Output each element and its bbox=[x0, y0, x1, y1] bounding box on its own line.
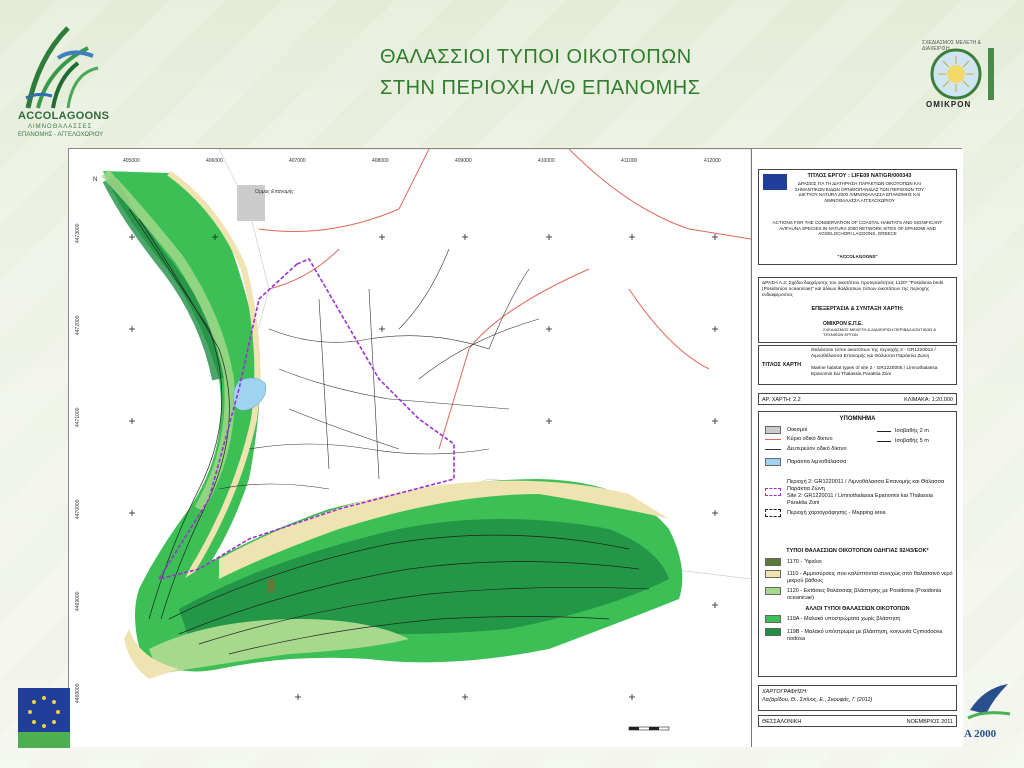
isobath-2-swatch bbox=[877, 431, 891, 432]
slide-title: ΘΑΛΑΣΣΙΟΙ ΤΥΠΟΙ ΟΙΚΟΤΟΠΩΝ ΣΤΗΝ ΠΕΡΙΟΧΗ Λ… bbox=[380, 42, 940, 104]
habitat-119a-swatch bbox=[765, 615, 781, 623]
coord-left-3: 4471000 bbox=[75, 407, 81, 427]
legend-box: ΥΠΟΜΝΗΜΑ Οικισμοί Κύριο οδικό δίκτυο Δευ… bbox=[758, 411, 957, 677]
map-number: ΑΡ. ΧΑΡΤΗ: 2.2 bbox=[762, 397, 801, 403]
project-title: ΤΙΤΛΟΣ ΕΡΓΟΥ : LIFE09 NAT/GR/000343 bbox=[807, 173, 912, 179]
map-scale: ΚΛΙΜΑΚΑ: 1:20.000 bbox=[904, 397, 953, 403]
cartography-box: ΧΑΡΤΟΓΡΑΦΗΣΗ: Λαζαρίδου, Θ., Σπίνος, Ε.,… bbox=[758, 685, 957, 711]
habitat-119b-label: 119B - Μαλακό υπόστρωμα με βλάστηση, κοι… bbox=[787, 629, 943, 642]
habitat-1120-swatch bbox=[765, 587, 781, 595]
coord-left-4: 4470000 bbox=[75, 499, 81, 519]
habitat-1170 bbox=[267, 579, 275, 593]
legend-area2-en: Site 2: GR1220011 / Limnothalassa Epanom… bbox=[787, 493, 933, 506]
scale-bar bbox=[628, 726, 670, 731]
habitat-1170-swatch bbox=[765, 558, 781, 566]
legend-area2-gr: Περιοχή 2: GR1220011 / Λιμνοθάλασσα Επαν… bbox=[787, 479, 945, 492]
coord-top-2: 406000 bbox=[206, 158, 223, 164]
coord-top-7: 411000 bbox=[621, 158, 638, 164]
coord-left-6: 4468000 bbox=[75, 683, 81, 703]
omikron-name: ΟΜΙΚΡΟΝ bbox=[926, 100, 972, 109]
legend-title: ΥΠΟΜΝΗΜΑ bbox=[839, 416, 876, 422]
secondary-road-swatch bbox=[765, 449, 781, 450]
mapping-area-swatch bbox=[765, 509, 781, 517]
cartography-title: ΧΑΡΤΟΓΡΑΦΗΣΗ: bbox=[762, 689, 808, 695]
footer-box: ΘΕΣΣΑΛΟΝΙΚΗ ΝΟΕΜΒΡΙΟΣ 2011 bbox=[758, 715, 957, 727]
footer-date: ΝΟΕΜΒΡΙΟΣ 2011 bbox=[906, 719, 953, 725]
omikron-logo: ΣΧΕΔΙΑΣΜΟΣ ΜΕΛΕΤΗ & ΔΙΑΧΕΙΡΙΣΗ ΟΜΙΚΡΟΝ bbox=[918, 40, 1000, 122]
natura-label: A 2000 bbox=[964, 728, 997, 740]
isobath-5-swatch bbox=[877, 441, 891, 442]
eu-stars-icon bbox=[18, 696, 70, 748]
coord-top-3: 407000 bbox=[289, 158, 306, 164]
accolagoons-logo: ACCOLAGOONS ΛΙΜΝΟΘΑΛΑΣΣΕΣ ΕΠΑΝΟΜΗΣ - ΑΓΓ… bbox=[18, 18, 109, 143]
legend-panel: ΤΙΤΛΟΣ ΕΡΓΟΥ : LIFE09 NAT/GR/000343 ΔΡΑΣ… bbox=[751, 149, 963, 747]
habitat-map: N bbox=[69, 148, 752, 747]
action-gr: ΔΡΑΣΗ Α.2: Σχέδιο διαχείρισης του οικοτό… bbox=[762, 281, 944, 298]
lagoon-swatch bbox=[765, 458, 781, 466]
coord-top-1: 405000 bbox=[123, 158, 140, 164]
legend-isobath-5: Ισοβαθής 5 m bbox=[895, 438, 929, 444]
map-frame: N 405000 406000 407000 408000 409000 410… bbox=[68, 148, 963, 747]
project-short: "ACCOLAGOONS" bbox=[837, 254, 878, 259]
coord-top-4: 408000 bbox=[372, 158, 389, 164]
settlement-swatch bbox=[765, 426, 781, 434]
other-habitat-title: ΑΛΛΟΙ ΤΥΠΟΙ ΘΑΛΑΣΣΙΩΝ ΟΙΚΟΤΟΠΩΝ bbox=[805, 606, 910, 612]
map-title-gr: Θαλάσσιοι τύποι οικοτόπων της περιοχής 2… bbox=[811, 348, 936, 359]
coord-top-6: 410000 bbox=[538, 158, 555, 164]
coord-left-5: 4469000 bbox=[75, 591, 81, 611]
globe-sun-icon bbox=[930, 48, 994, 100]
coord-left-2: 4472000 bbox=[75, 315, 81, 335]
processing-title: ΕΠΕΞΕΡΓΑΣΙΑ & ΣΥΝΤΑΞΗ ΧΑΡΤΗ: bbox=[811, 306, 904, 312]
brand-subtitle-2: ΕΠΑΝΟΜΗΣ - ΑΓΓΕΛΟΧΩΡΙΟΥ bbox=[18, 132, 104, 138]
map-title-label: ΤΙΤΛΟΣ ΧΑΡΤΗ bbox=[762, 362, 802, 368]
coord-top-5: 409000 bbox=[455, 158, 472, 164]
legend-lagoon: Παράκτια λιμνοθάλασσα bbox=[787, 459, 847, 465]
reed-logo-icon bbox=[25, 26, 99, 109]
habitat-1110-swatch bbox=[765, 570, 781, 578]
project-box: ΤΙΤΛΟΣ ΕΡΓΟΥ : LIFE09 NAT/GR/000343 ΔΡΑΣ… bbox=[758, 169, 957, 265]
natura-bird-icon bbox=[967, 684, 1011, 720]
footer-city: ΘΕΣΣΑΛΟΝΙΚΗ bbox=[762, 719, 802, 725]
legend-secondary-road: Δευτερεύον οδικό δίκτυο bbox=[787, 446, 847, 452]
habitat-1170-label: 1170 - Ύφαλοι bbox=[787, 559, 822, 565]
north-arrow-icon: N bbox=[93, 177, 97, 183]
natura-2000-logo: A 2000 bbox=[964, 680, 1014, 748]
legend-main-road: Κύριο οδικό δίκτυο bbox=[787, 436, 833, 442]
brand-name: ACCOLAGOONS bbox=[18, 110, 110, 122]
habitat-1110-label: 1110 - Αμμοσύρσεις που καλύπτονται συνεχ… bbox=[787, 571, 953, 584]
eu-life-logo bbox=[18, 688, 70, 748]
project-desc-gr: ΔΡΑΣΕΙΣ ΓΙΑ ΤΗ ΔΙΑΤΗΡΗΣΗ ΠΑΡΑΚΤΙΩΝ ΟΙΚΟΤ… bbox=[794, 181, 925, 203]
coord-top-8: 412000 bbox=[704, 158, 721, 164]
habitat-119a-label: 119A - Μαλακό υποστρώματα χωρίς βλάστηση bbox=[787, 616, 901, 622]
habitat-1120-label: 1120 - Εκτάσεις θαλάσσιας βλάστησης με P… bbox=[787, 588, 942, 601]
site-boundary-swatch bbox=[765, 488, 781, 496]
eu-flag-icon bbox=[763, 174, 787, 190]
processing-box: ΕΠΕΞΕΡΓΑΣΙΑ & ΣΥΝΤΑΞΗ ΧΑΡΤΗ: ΟΜΙΚΡΟΝ Ε.Π… bbox=[758, 305, 957, 343]
map-number-box: ΑΡ. ΧΑΡΤΗ: 2.2 ΚΛΙΜΑΚΑ: 1:20.000 bbox=[758, 393, 957, 405]
habitat-119b-swatch bbox=[765, 628, 781, 636]
processing-desc: ΣΧΕΔΙΑΣΜΟΣ ΜΕΛΕΤΗ & ΔΙΑΧΕΙΡΙΣΗ ΠΕΡΙΒΑΛΛΟ… bbox=[823, 327, 937, 337]
map-title-box: ΤΙΤΛΟΣ ΧΑΡΤΗ Θαλάσσιοι τύποι οικοτόπων τ… bbox=[758, 345, 957, 385]
legend-mapping-area: Περιοχή χαρτογράφησης - Mapping area bbox=[787, 510, 886, 516]
cartography-names: Λαζαρίδου, Θ., Σπίνος, Ε., Σκουφάς, Γ (2… bbox=[762, 697, 873, 703]
legend-isobath-2: Ισοβαθής 2 m bbox=[895, 428, 929, 434]
habitat-title: ΤΥΠΟΙ ΘΑΛΑΣΣΙΩΝ ΟΙΚΟΤΟΠΩΝ ΟΔΗΓΙΑΣ 92/43/… bbox=[786, 548, 929, 554]
title-line-2: ΣΤΗΝ ΠΕΡΙΟΧΗ Λ/Θ ΕΠΑΝΟΜΗΣ bbox=[380, 77, 701, 99]
project-desc-en: ACTIONS FOR THE CONSERVATION OF COASTAL … bbox=[772, 220, 943, 236]
map-title-en: Marine habitat types of site 2 - GR12200… bbox=[811, 366, 938, 377]
title-line-1: ΘΑΛΑΣΣΙΟΙ ΤΥΠΟΙ ΟΙΚΟΤΟΠΩΝ bbox=[380, 46, 692, 68]
brand-subtitle-1: ΛΙΜΝΟΘΑΛΑΣΣΕΣ bbox=[28, 124, 93, 130]
main-road-swatch bbox=[765, 439, 781, 440]
legend-settlements: Οικισμοί bbox=[787, 427, 808, 433]
coord-left-1: 4473000 bbox=[75, 223, 81, 243]
map-area: N 405000 406000 407000 408000 409000 410… bbox=[69, 148, 752, 747]
place-label: Όρμος Επανομής bbox=[255, 189, 294, 195]
